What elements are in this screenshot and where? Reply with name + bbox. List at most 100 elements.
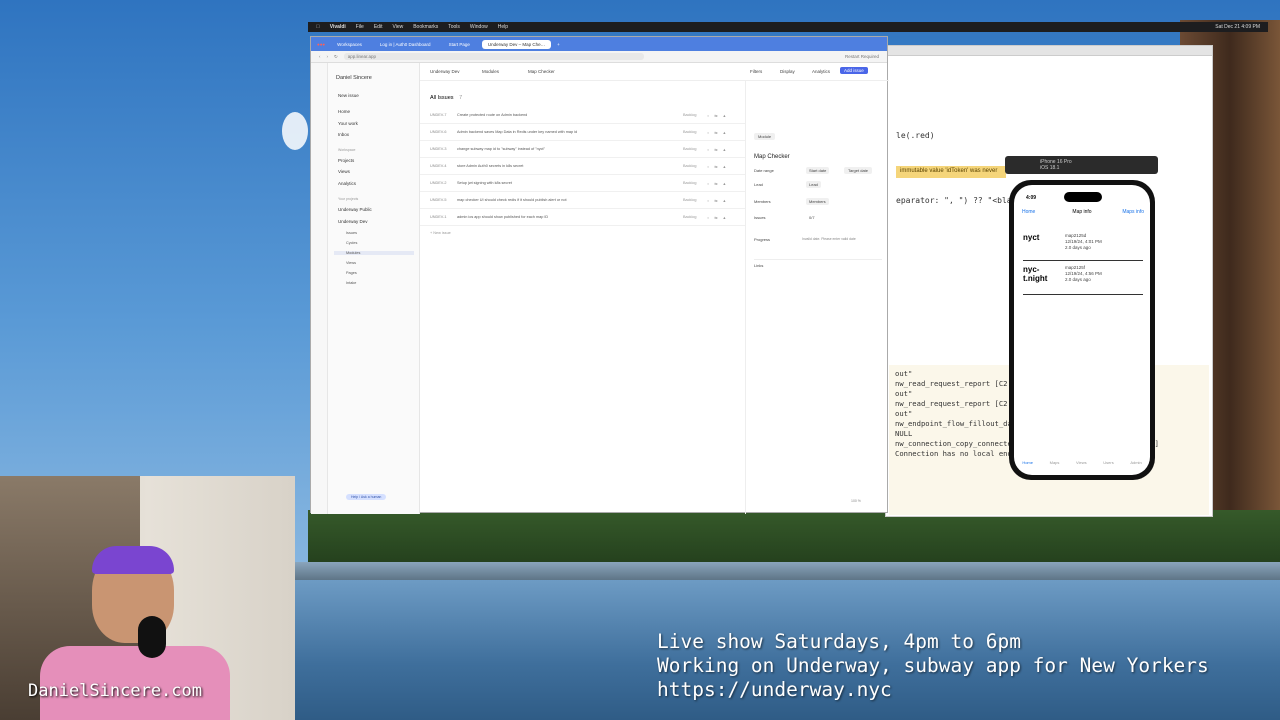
sidebar-item-pages[interactable]: Pages: [346, 271, 357, 275]
menu-window[interactable]: Window: [470, 24, 488, 30]
menu-bookmarks[interactable]: Bookmarks: [413, 24, 438, 30]
table-row[interactable]: UNDEV-4 store Admin Auth0 secrets in k8s…: [420, 158, 745, 175]
issue-status[interactable]: Backlog: [683, 130, 697, 134]
table-row[interactable]: UNDEV-7 Create protected route on Admin …: [420, 107, 745, 124]
tab-home[interactable]: Home: [1022, 460, 1033, 465]
maps-info-button[interactable]: Maps info: [1122, 209, 1144, 215]
issue-status[interactable]: Backlog: [683, 215, 697, 219]
workspace-name[interactable]: Daniel Sincere: [336, 75, 372, 81]
issue-action-icons[interactable]: ○⇆▲: [707, 215, 731, 220]
tab-maps[interactable]: Maps: [1050, 460, 1060, 465]
phone-time: 4:09: [1026, 195, 1037, 201]
issue-action-icons[interactable]: ○⇆▲: [707, 130, 731, 135]
table-row[interactable]: UNDEV-3 change subway map id to "subway"…: [420, 141, 745, 158]
dynamic-island: [1064, 192, 1102, 202]
lead-button[interactable]: Lead: [806, 181, 821, 188]
iphone-simulator[interactable]: 4:09 Home Map info Maps info nyct map212…: [1009, 180, 1155, 480]
issue-action-icons[interactable]: ○⇆▲: [707, 113, 731, 118]
sidebar-item-analytics[interactable]: Analytics: [338, 181, 356, 186]
sidebar-project-public[interactable]: Underway Public: [338, 207, 372, 212]
tab-admin[interactable]: Admin: [1130, 460, 1141, 465]
sidebar-item-home[interactable]: Home: [338, 109, 350, 114]
issue-status[interactable]: Backlog: [683, 113, 697, 117]
menu-app[interactable]: Vivaldi: [330, 24, 346, 30]
table-row[interactable]: UNDEV-2 Setup jwt signing with k8s secre…: [420, 175, 745, 192]
simulator-toolbar[interactable]: iPhone 16 Pro iOS 18.1: [1005, 156, 1158, 174]
sidebar-item-cycles[interactable]: Cycles: [346, 241, 357, 245]
filters-button[interactable]: Filters: [750, 69, 762, 74]
start-date-button[interactable]: Start date: [806, 167, 830, 174]
menu-view[interactable]: View: [392, 24, 403, 30]
links-section[interactable]: Links: [754, 259, 882, 268]
tab-workspaces[interactable]: Workspaces: [331, 40, 368, 49]
issue-status[interactable]: Backlog: [683, 147, 697, 151]
module-selector[interactable]: Map Checker: [528, 69, 555, 74]
url-input[interactable]: app.linear.app: [343, 53, 644, 60]
add-issue-button[interactable]: Add issue: [840, 67, 868, 74]
issue-action-icons[interactable]: ○⇆▲: [707, 181, 731, 186]
map-ago: 2.0 days ago: [1065, 245, 1091, 250]
issue-status[interactable]: Backlog: [683, 198, 697, 202]
new-issue-button[interactable]: New issue: [338, 93, 359, 98]
menu-help[interactable]: Help: [498, 24, 508, 30]
warning-badge[interactable]: immutable value 'idToken' was never: [896, 166, 1006, 178]
reload-icon[interactable]: ↻: [334, 54, 338, 60]
phone-screen[interactable]: 4:09 Home Map info Maps info nyct map212…: [1014, 185, 1150, 475]
table-row[interactable]: UNDEV-6 Admin backend saves Map Data in …: [420, 124, 745, 141]
analytics-button[interactable]: Analytics: [812, 69, 830, 74]
mac-menubar:  Vivaldi File Edit View Bookmarks Tools…: [308, 22, 1268, 32]
menu-tools[interactable]: Tools: [448, 24, 460, 30]
menubar-clock[interactable]: Sat Dec 21 4:09 PM: [1215, 24, 1260, 30]
traffic-lights[interactable]: ●●●: [317, 42, 325, 47]
sidebar-item-modules[interactable]: Modules: [334, 251, 414, 255]
members-button[interactable]: Members: [806, 198, 829, 205]
tab-auth0[interactable]: Log in | Auth0 Dashboard: [374, 40, 437, 49]
issue-title: Admin backend saves Map Data in Redis un…: [457, 130, 578, 134]
sidebar-item-views-sub[interactable]: Views: [346, 261, 356, 265]
issue-action-icons[interactable]: ○⇆▲: [707, 164, 731, 169]
browser-panel-rail[interactable]: [311, 63, 328, 514]
target-date-button[interactable]: Target date: [844, 167, 873, 174]
xcode-titlebar[interactable]: [886, 46, 1212, 56]
issue-id: UNDEV-1: [430, 215, 447, 219]
browser-window[interactable]: ●●● Workspaces Log in | Auth0 Dashboard …: [310, 36, 889, 514]
breadcrumb-modules[interactable]: Modules: [482, 69, 499, 74]
tab-users[interactable]: Users: [1103, 460, 1113, 465]
table-row[interactable]: UNDEV-5 map checker UI should check redi…: [420, 192, 745, 209]
sidebar-project-dev[interactable]: Underway Dev: [338, 219, 368, 224]
new-tab-icon[interactable]: +: [557, 42, 560, 47]
issue-action-icons[interactable]: ○⇆▲: [707, 147, 731, 152]
issues-header[interactable]: All Issues 7: [430, 95, 462, 101]
sidebar-item-projects[interactable]: Projects: [338, 158, 354, 163]
sidebar-item-views[interactable]: Views: [338, 169, 350, 174]
help-badge[interactable]: Help / Ask a human: [346, 494, 387, 500]
apple-icon[interactable]: : [316, 24, 320, 30]
zoom-level[interactable]: 100 %: [851, 499, 861, 503]
field-label-lead: Lead: [754, 182, 763, 187]
display-button[interactable]: Display: [780, 69, 795, 74]
issues-count: 7: [459, 95, 463, 101]
forward-icon[interactable]: ›: [327, 54, 329, 59]
menu-edit[interactable]: Edit: [374, 24, 383, 30]
breadcrumb-project[interactable]: Underway Dev: [430, 69, 460, 74]
back-icon[interactable]: ‹: [319, 54, 321, 59]
field-label-issues: Issues: [754, 215, 766, 220]
restart-required-button[interactable]: Restart Required: [845, 54, 879, 59]
tab-views[interactable]: Views: [1076, 460, 1087, 465]
list-item[interactable]: nyct map2125d 12/19/24, 4:01 PM 2.0 days…: [1023, 233, 1143, 261]
module-topbar: Underway Dev Modules Map Checker Filters…: [420, 63, 889, 81]
issue-status[interactable]: Backlog: [683, 181, 697, 185]
sidebar-item-inbox[interactable]: Inbox: [338, 132, 349, 137]
new-issue-row[interactable]: + New issue: [430, 231, 451, 235]
issue-title: Create protected route on Admin backend: [457, 113, 528, 117]
sidebar-item-your-work[interactable]: Your work: [338, 121, 358, 126]
issue-action-icons[interactable]: ○⇆▲: [707, 198, 731, 203]
tab-underway-dev[interactable]: Underway Dev – Map Che…: [481, 39, 552, 49]
list-item[interactable]: nyc-t.night map2125f 12/19/24, 4:56 PM 2…: [1023, 265, 1143, 295]
tab-start-page[interactable]: Start Page: [443, 40, 476, 49]
menu-file[interactable]: File: [356, 24, 364, 30]
sidebar-item-issues[interactable]: Issues: [346, 231, 357, 235]
table-row[interactable]: UNDEV-1 admin ios app should show publis…: [420, 209, 745, 226]
issue-status[interactable]: Backlog: [683, 164, 697, 168]
sidebar-item-intake[interactable]: Intake: [346, 281, 356, 285]
